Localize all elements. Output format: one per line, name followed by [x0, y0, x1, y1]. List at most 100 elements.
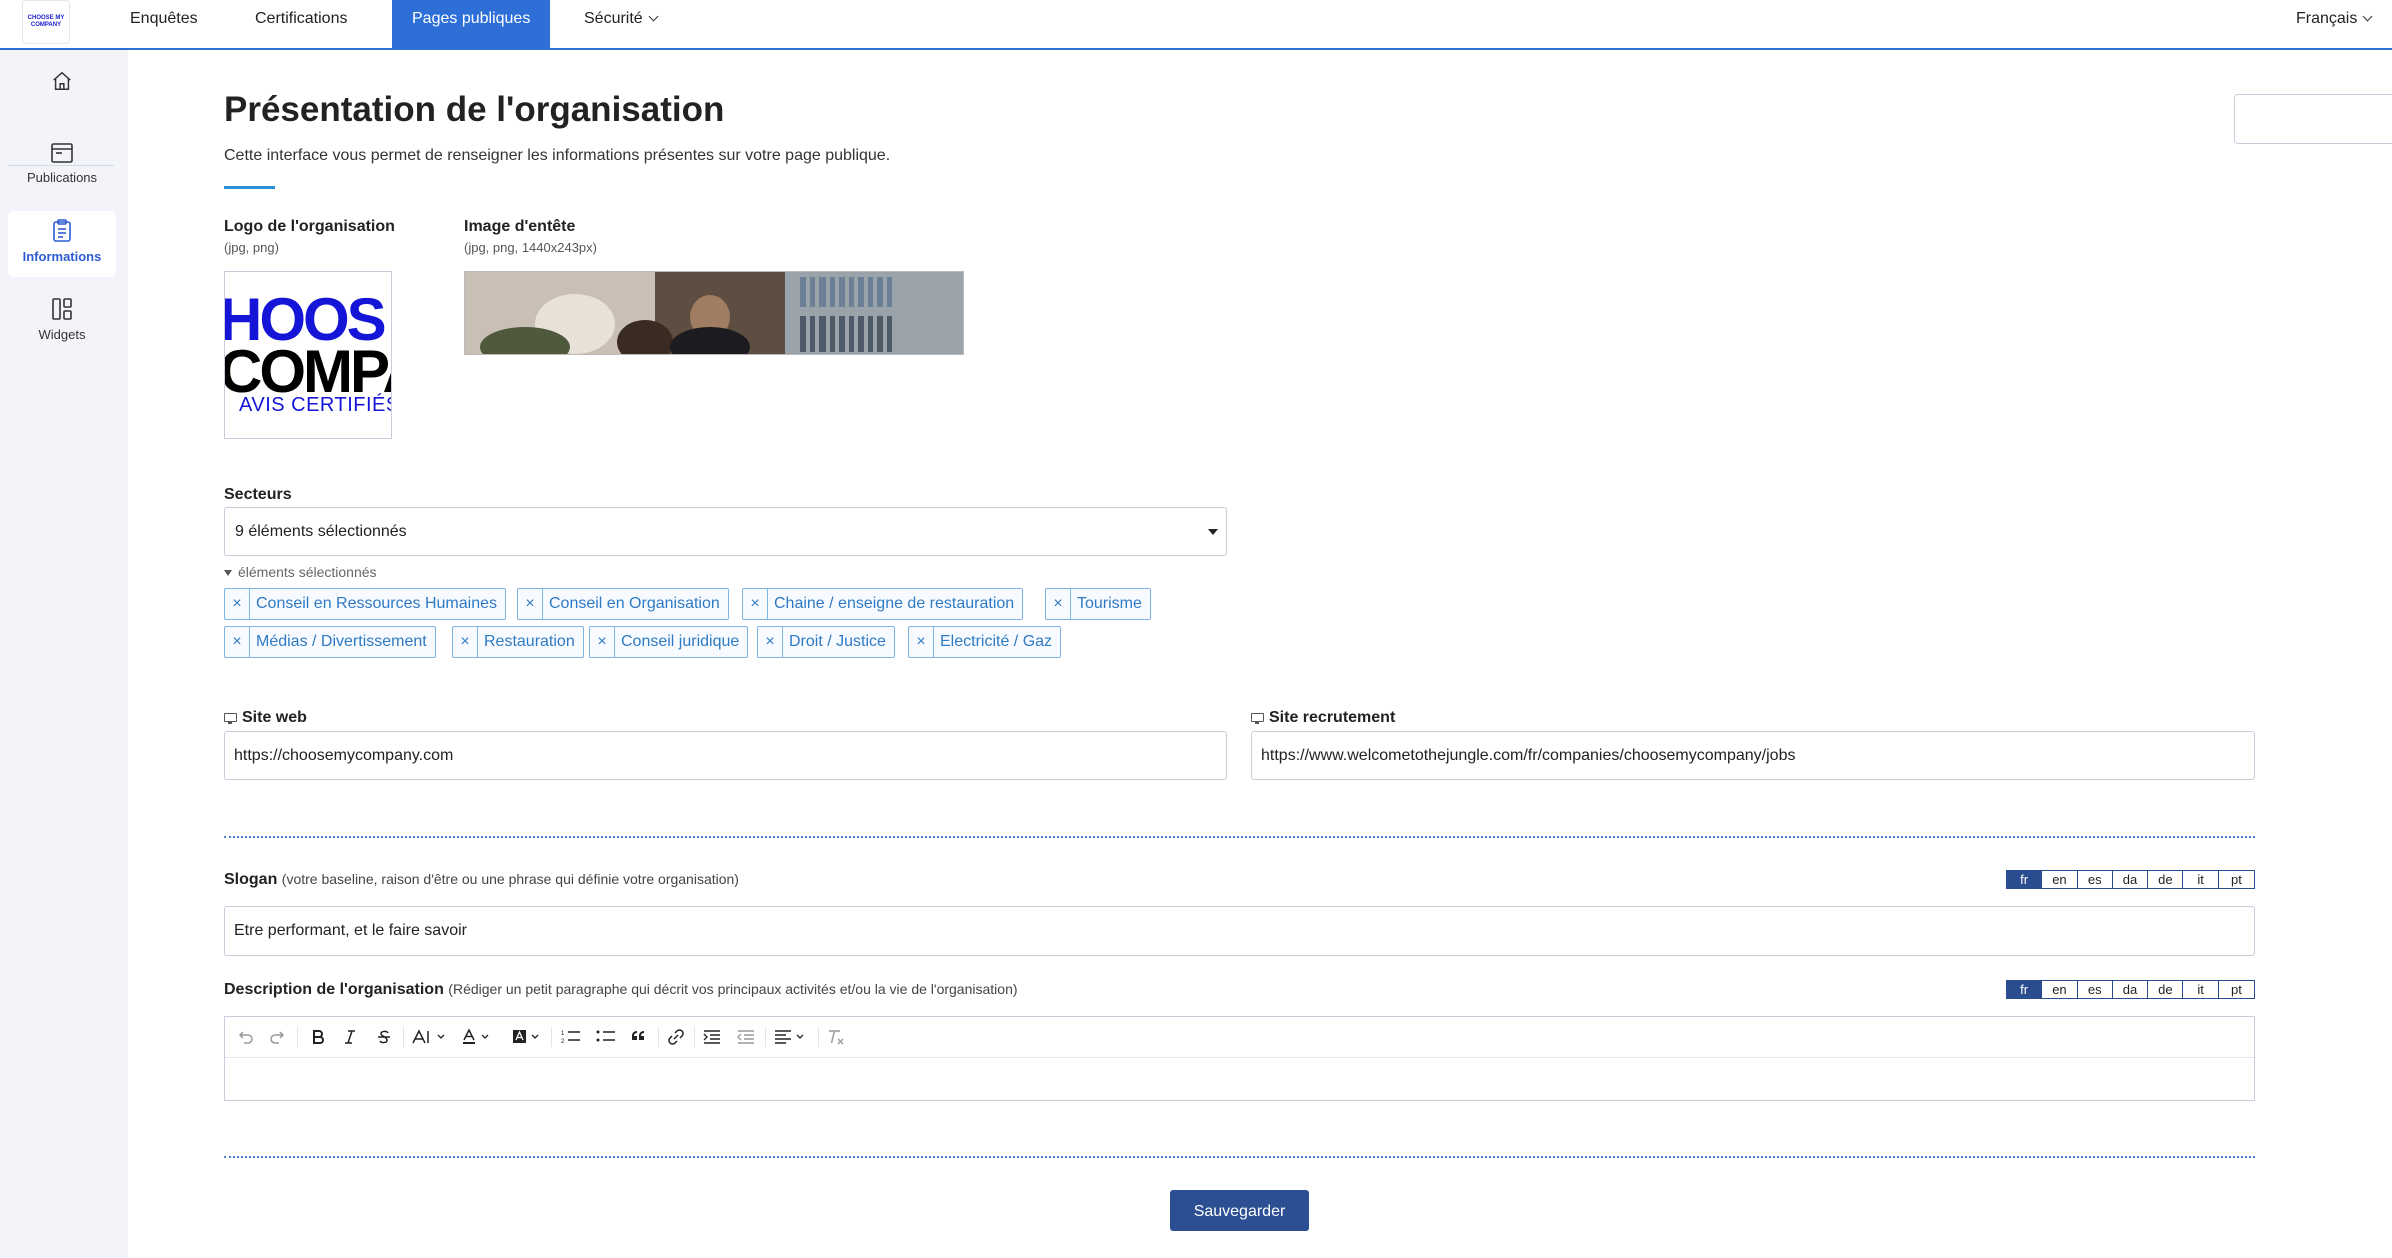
remove-tag-icon[interactable]: × [909, 627, 934, 657]
sector-tag-label: Tourisme [1077, 595, 1142, 612]
chevron-down-icon [648, 11, 659, 22]
remove-tag-icon[interactable]: × [453, 627, 478, 657]
sidebar-item-label: Publications [26, 170, 98, 185]
lang-da[interactable]: da [2113, 981, 2149, 998]
recruitment-input[interactable]: https://www.welcometothejungle.com/fr/co… [1251, 731, 2255, 780]
lang-es[interactable]: es [2078, 981, 2113, 998]
text-color-icon[interactable] [461, 1027, 495, 1047]
slogan-input[interactable]: Etre performant, et le faire savoir [224, 906, 2255, 956]
clear-formatting-icon[interactable] [825, 1027, 847, 1047]
header-image-label: Image d'entête [464, 218, 576, 235]
header-image-hint: (jpg, png, 1440x243px) [464, 240, 597, 255]
sidebar-item-informations[interactable]: Informations [8, 211, 116, 277]
sector-tag-label: Conseil en Ressources Humaines [256, 595, 497, 612]
monitor-icon [224, 713, 237, 724]
section-divider [224, 1156, 2255, 1158]
toolbar-divider [658, 1027, 659, 1047]
indent-icon[interactable] [702, 1027, 722, 1047]
nav-certifications[interactable]: Certifications [235, 0, 367, 48]
strikethrough-icon[interactable] [374, 1027, 394, 1047]
lang-es[interactable]: es [2078, 871, 2113, 888]
sidebar-item-label: Informations [22, 249, 102, 264]
sector-tag-label: Conseil juridique [621, 633, 740, 650]
nav-pages-publiques[interactable]: Pages publiques [392, 0, 551, 50]
widgets-icon [52, 298, 72, 320]
align-icon[interactable] [773, 1027, 813, 1047]
triangle-down-icon [224, 570, 232, 576]
page-title: Présentation de l'organisation [224, 90, 725, 129]
remove-tag-icon[interactable]: × [518, 589, 543, 619]
remove-tag-icon[interactable]: × [225, 589, 250, 619]
blockquote-icon[interactable] [630, 1027, 650, 1047]
nav-securite[interactable]: Sécurité [564, 0, 677, 48]
slogan-language-switcher: fr en es da de it pt [2006, 870, 2255, 889]
logo-line-2: COMPA [224, 338, 391, 405]
sidebar: Publications Informations Widgets [0, 50, 128, 1258]
svg-text:2: 2 [561, 1039, 565, 1045]
toolbar-divider [818, 1027, 819, 1047]
lang-de[interactable]: de [2148, 871, 2184, 888]
description-note: (Rédiger un petit paragraphe qui décrit … [448, 981, 1018, 997]
lang-pt[interactable]: pt [2219, 981, 2254, 998]
lang-de[interactable]: de [2148, 981, 2184, 998]
slogan-label-text: Slogan [224, 871, 278, 888]
company-logo[interactable]: CHOOSE MY COMPANY [22, 0, 70, 44]
redo-icon[interactable] [268, 1027, 288, 1047]
toolbar-divider [297, 1027, 298, 1047]
nav-enquetes[interactable]: Enquêtes [110, 0, 218, 48]
website-input[interactable]: https://choosemycompany.com [224, 731, 1227, 780]
remove-tag-icon[interactable]: × [1046, 589, 1071, 619]
top-right-panel[interactable] [2234, 94, 2392, 144]
remove-tag-icon[interactable]: × [225, 627, 250, 657]
lang-fr[interactable]: fr [2007, 871, 2043, 888]
sectors-select[interactable]: 9 éléments sélectionnés [224, 507, 1227, 556]
sector-tag: × Droit / Justice [757, 626, 895, 658]
lang-it[interactable]: it [2183, 981, 2219, 998]
logo-hint: (jpg, png) [224, 240, 279, 255]
recruitment-label-text: Site recrutement [1269, 709, 1396, 726]
sidebar-item-home[interactable] [8, 70, 116, 110]
toolbar-divider [694, 1027, 695, 1047]
lang-en[interactable]: en [2042, 871, 2078, 888]
sidebar-item-widgets[interactable]: Widgets [8, 297, 116, 357]
remove-tag-icon[interactable]: × [758, 627, 783, 657]
link-icon[interactable] [666, 1027, 686, 1047]
description-editor[interactable]: 12 [224, 1016, 2255, 1101]
sidebar-item-publications[interactable]: Publications [8, 140, 116, 200]
remove-tag-icon[interactable]: × [743, 589, 768, 619]
selected-items-toggle-label: éléments sélectionnés [238, 564, 377, 580]
lang-fr[interactable]: fr [2007, 981, 2043, 998]
language-selector[interactable]: Français [2276, 0, 2391, 48]
bulleted-list-icon[interactable] [595, 1027, 617, 1047]
lang-pt[interactable]: pt [2219, 871, 2254, 888]
caret-down-icon [1208, 529, 1218, 535]
company-logo-text: CHOOSE MY COMPANY [27, 15, 65, 28]
monitor-icon [1251, 713, 1264, 724]
sector-tag: × Conseil en Ressources Humaines [224, 588, 506, 620]
top-navbar: CHOOSE MY COMPANY Enquêtes Certification… [0, 0, 2392, 50]
section-divider [224, 836, 2255, 838]
remove-tag-icon[interactable]: × [590, 627, 615, 657]
recruitment-label: Site recrutement [1251, 709, 1395, 727]
sector-tag-label: Médias / Divertissement [256, 633, 427, 650]
description-label-text: Description de l'organisation [224, 981, 444, 998]
save-button[interactable]: Sauvegarder [1170, 1190, 1309, 1231]
organisation-logo-upload[interactable]: HOOS COMPA AVIS CERTIFIÉS [224, 271, 392, 439]
numbered-list-icon[interactable]: 12 [560, 1027, 582, 1047]
undo-icon[interactable] [235, 1027, 255, 1047]
header-image-upload[interactable] [464, 271, 964, 355]
sector-tag-label: Droit / Justice [789, 633, 886, 650]
selected-items-toggle[interactable]: éléments sélectionnés [224, 564, 377, 580]
sectors-selected-summary: 9 éléments sélectionnés [235, 523, 407, 540]
slogan-label: Slogan (votre baseline, raison d'être ou… [224, 871, 739, 889]
outdent-icon[interactable] [736, 1027, 756, 1047]
lang-it[interactable]: it [2183, 871, 2219, 888]
lang-en[interactable]: en [2042, 981, 2078, 998]
clipboard-icon [53, 219, 71, 242]
background-color-icon[interactable] [511, 1027, 545, 1047]
italic-icon[interactable] [340, 1027, 360, 1047]
font-size-icon[interactable] [411, 1027, 451, 1047]
bold-icon[interactable] [308, 1027, 328, 1047]
lang-da[interactable]: da [2113, 871, 2149, 888]
sector-tag: × Conseil juridique [589, 626, 749, 658]
